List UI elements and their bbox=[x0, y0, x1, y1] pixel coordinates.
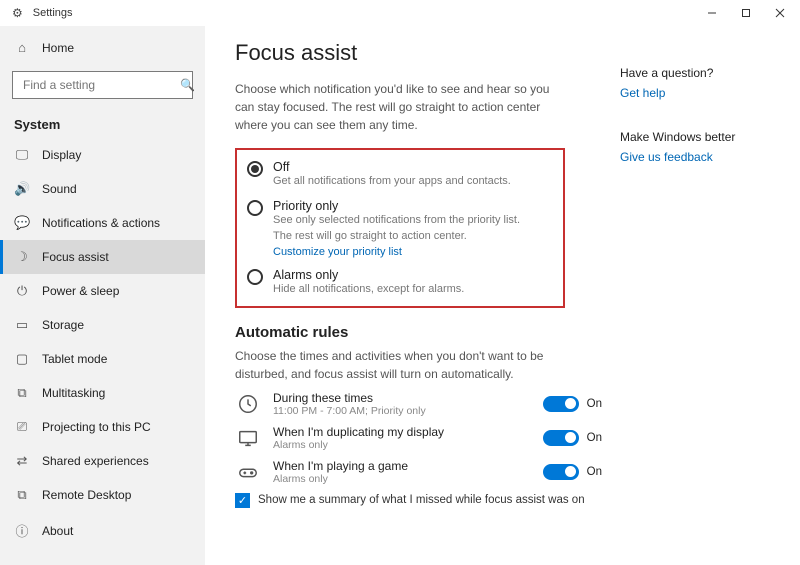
rule-gaming[interactable]: When I'm playing a gameAlarms only On bbox=[235, 459, 620, 485]
remote-icon: ⧉ bbox=[14, 487, 30, 503]
content-pane: Focus assist Choose which notification y… bbox=[235, 34, 620, 565]
search-field[interactable] bbox=[21, 77, 180, 93]
notifications-icon: 💬 bbox=[14, 215, 30, 231]
customize-priority-link[interactable]: Customize your priority list bbox=[273, 246, 533, 258]
window-title: Settings bbox=[33, 7, 73, 19]
toggle-switch[interactable] bbox=[543, 396, 579, 412]
focus-assist-icon: ☽ bbox=[14, 249, 30, 265]
home-nav[interactable]: ⌂ Home bbox=[0, 32, 205, 63]
page-title: Focus assist bbox=[235, 40, 620, 66]
sidebar-item-focus-assist[interactable]: ☽Focus assist bbox=[0, 240, 205, 274]
power-icon: ⏻ bbox=[14, 283, 30, 299]
radio-bullet-icon bbox=[247, 161, 263, 177]
sidebar-item-shared[interactable]: ⇄Shared experiences bbox=[0, 444, 205, 478]
sidebar-item-about[interactable]: ⓘAbout bbox=[0, 512, 205, 549]
category-heading: System bbox=[0, 107, 205, 138]
game-controller-icon bbox=[235, 461, 261, 483]
home-label: Home bbox=[42, 41, 74, 55]
minimize-button[interactable] bbox=[696, 2, 728, 24]
radio-bullet-icon bbox=[247, 200, 263, 216]
radio-off[interactable]: Off Get all notifications from your apps… bbox=[247, 160, 553, 189]
get-help-link[interactable]: Get help bbox=[620, 86, 780, 100]
automatic-rules-heading: Automatic rules bbox=[235, 324, 620, 341]
projecting-icon: ⎚ bbox=[14, 419, 30, 435]
radio-priority[interactable]: Priority only See only selected notifica… bbox=[247, 199, 553, 258]
sidebar-item-sound[interactable]: 🔊Sound bbox=[0, 172, 205, 206]
sidebar-item-multitasking[interactable]: ⧉Multitasking bbox=[0, 376, 205, 410]
sidebar-item-remote[interactable]: ⧉Remote Desktop bbox=[0, 478, 205, 512]
feedback-heading: Make Windows better bbox=[620, 130, 780, 144]
sidebar-item-power[interactable]: ⏻Power & sleep bbox=[0, 274, 205, 308]
sidebar-item-tablet[interactable]: ▢Tablet mode bbox=[0, 342, 205, 376]
help-pane: Have a question? Get help Make Windows b… bbox=[620, 34, 780, 565]
home-icon: ⌂ bbox=[14, 40, 30, 55]
summary-label: Show me a summary of what I missed while… bbox=[258, 494, 585, 506]
radio-alarms-title: Alarms only bbox=[273, 268, 464, 282]
display-icon: 🖵 bbox=[14, 147, 30, 163]
tablet-icon: ▢ bbox=[14, 351, 30, 367]
search-input[interactable]: 🔍 bbox=[12, 71, 193, 99]
radio-priority-title: Priority only bbox=[273, 199, 533, 213]
checkbox-checked-icon[interactable]: ✓ bbox=[235, 493, 250, 508]
radio-off-title: Off bbox=[273, 160, 511, 174]
focus-mode-options: Off Get all notifications from your apps… bbox=[235, 148, 565, 308]
nav-list: 🖵Display 🔊Sound 💬Notifications & actions… bbox=[0, 138, 205, 559]
radio-alarms-desc: Hide all notifications, except for alarm… bbox=[273, 282, 464, 297]
sidebar: ⌂ Home 🔍 System 🖵Display 🔊Sound 💬Notific… bbox=[0, 26, 205, 565]
multitasking-icon: ⧉ bbox=[14, 385, 30, 401]
radio-alarms[interactable]: Alarms only Hide all notifications, exce… bbox=[247, 268, 553, 297]
sidebar-item-storage[interactable]: ▭Storage bbox=[0, 308, 205, 342]
sidebar-item-projecting[interactable]: ⎚Projecting to this PC bbox=[0, 410, 205, 444]
radio-priority-desc: See only selected notifications from the… bbox=[273, 213, 533, 244]
rule-duplicating[interactable]: When I'm duplicating my displayAlarms on… bbox=[235, 425, 620, 451]
rule-times[interactable]: During these times11:00 PM - 7:00 AM; Pr… bbox=[235, 391, 620, 417]
title-bar: ⚙ Settings bbox=[0, 0, 800, 26]
question-heading: Have a question? bbox=[620, 66, 780, 80]
page-description: Choose which notification you'd like to … bbox=[235, 80, 555, 134]
clock-icon bbox=[235, 393, 261, 415]
radio-off-desc: Get all notifications from your apps and… bbox=[273, 174, 511, 189]
sidebar-item-notifications[interactable]: 💬Notifications & actions bbox=[0, 206, 205, 240]
sound-icon: 🔊 bbox=[14, 181, 30, 197]
shared-icon: ⇄ bbox=[14, 453, 30, 469]
summary-checkbox-row[interactable]: ✓ Show me a summary of what I missed whi… bbox=[235, 493, 620, 508]
toggle-switch[interactable] bbox=[543, 464, 579, 480]
radio-bullet-icon bbox=[247, 269, 263, 285]
toggle-switch[interactable] bbox=[543, 430, 579, 446]
monitor-icon bbox=[235, 427, 261, 449]
close-button[interactable] bbox=[764, 2, 796, 24]
maximize-button[interactable] bbox=[730, 2, 762, 24]
sidebar-item-display[interactable]: 🖵Display bbox=[0, 138, 205, 172]
feedback-link[interactable]: Give us feedback bbox=[620, 150, 780, 164]
settings-icon: ⚙ bbox=[12, 6, 23, 20]
storage-icon: ▭ bbox=[14, 317, 30, 333]
about-icon: ⓘ bbox=[14, 521, 30, 540]
automatic-rules-desc: Choose the times and activities when you… bbox=[235, 347, 555, 383]
search-icon: 🔍 bbox=[180, 78, 195, 92]
